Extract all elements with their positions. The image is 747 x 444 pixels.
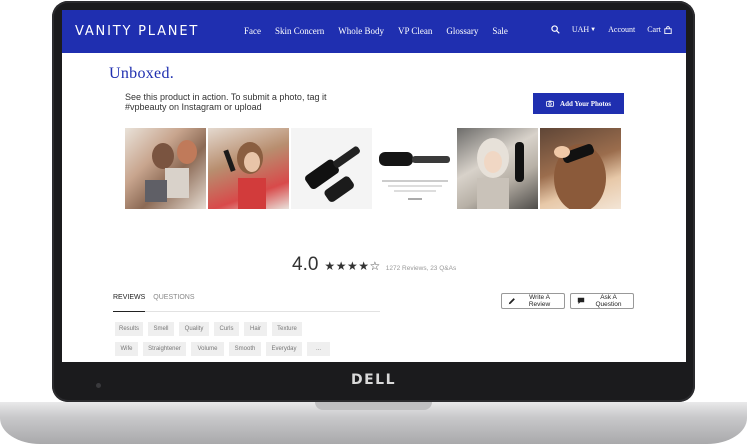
gallery-photo[interactable] (540, 128, 621, 209)
add-photos-label: Add Your Photos (560, 99, 611, 108)
shopping-bag-icon (664, 25, 672, 34)
reviews-tabs: REVIEWS QUESTIONS (113, 294, 380, 312)
ask-question-button[interactable]: Ask A Question (570, 293, 634, 309)
currency-label: UAH (571, 25, 590, 34)
header-utilities: UAH ▼ Account Cart (539, 25, 672, 34)
filter-chip-smell[interactable]: Smell (148, 322, 174, 336)
gallery-photo[interactable] (125, 128, 206, 209)
ugc-photo-gallery (125, 128, 621, 209)
cart-label: Cart (647, 25, 661, 34)
filter-chip-wife[interactable]: Wife (115, 342, 138, 356)
average-rating: 4.0 (292, 254, 319, 275)
filter-chip-quality[interactable]: Quality (179, 322, 209, 336)
star-filled-icon: ★ (346, 259, 359, 273)
write-review-button[interactable]: Write A Review (501, 293, 565, 309)
add-photos-button[interactable]: Add Your Photos (533, 93, 624, 114)
filter-chip-straightener[interactable]: Straightener (143, 342, 186, 356)
star-empty-icon: ☆ (369, 259, 381, 273)
nav-item-skin-concern[interactable]: Skin Concern (275, 26, 324, 36)
tab-reviews[interactable]: REVIEWS (113, 294, 146, 312)
nav-item-sale[interactable]: Sale (492, 26, 508, 36)
laptop-notch (315, 402, 432, 410)
filter-chip-everyday[interactable]: Everyday (266, 342, 302, 356)
star-filled-icon: ★ (335, 259, 347, 273)
chat-bubble-icon (577, 297, 585, 305)
cart-link[interactable]: Cart (647, 25, 672, 34)
filter-chip-smooth[interactable]: Smooth (229, 342, 261, 356)
unboxed-heading: Unboxed. (109, 65, 175, 82)
nav-item-face[interactable]: Face (244, 26, 261, 36)
filter-chip-results[interactable]: Results (115, 322, 143, 336)
gallery-photo[interactable] (374, 128, 455, 209)
account-link[interactable]: Account (608, 25, 635, 34)
review-count[interactable]: 1272 Reviews, 23 Q&As (386, 265, 456, 272)
device-logo: DELL (350, 372, 397, 388)
nav-item-whole-body[interactable]: Whole Body (338, 26, 384, 36)
search-icon[interactable] (551, 25, 560, 34)
filter-chip-texture[interactable]: Texture (272, 322, 302, 336)
star-filled-icon: ★ (324, 259, 336, 273)
filter-chip-volume[interactable]: Volume (191, 342, 224, 356)
ask-question-label: Ask A Question (595, 294, 622, 308)
brand-logo[interactable]: VANITY PLANET (75, 24, 199, 39)
unboxed-intro: See this product in action. To submit a … (125, 92, 327, 112)
gallery-photo[interactable] (291, 128, 372, 209)
currency-selector[interactable]: UAH ▼ (572, 25, 596, 34)
filter-chip-curls[interactable]: Curls (214, 322, 239, 336)
nav-item-glossary[interactable]: Glossary (446, 26, 478, 36)
filter-chip-hair[interactable]: Hair (244, 322, 267, 336)
write-review-label: Write A Review (528, 294, 551, 308)
gallery-photo[interactable] (208, 128, 289, 209)
caret-down-icon: ▼ (590, 26, 597, 33)
star-rating: ★★★★☆ (324, 259, 380, 273)
main-nav: Face Skin Concern Whole Body VP Clean Gl… (244, 26, 522, 36)
tab-questions[interactable]: QUESTIONS (153, 294, 194, 312)
star-filled-icon: ★ (358, 259, 370, 273)
camera-icon (546, 100, 555, 107)
nav-item-vp-clean[interactable]: VP Clean (398, 26, 432, 36)
pencil-icon (508, 297, 516, 305)
browser-screen: VANITY PLANET Face Skin Concern Whole Bo… (62, 10, 686, 362)
rating-summary: 4.0 ★★★★☆ 1272 Reviews, 23 Q&As (292, 254, 456, 276)
gallery-photo[interactable] (457, 128, 538, 209)
filter-chip-more[interactable]: ... (307, 342, 330, 356)
site-header: VANITY PLANET Face Skin Concern Whole Bo… (62, 10, 686, 53)
